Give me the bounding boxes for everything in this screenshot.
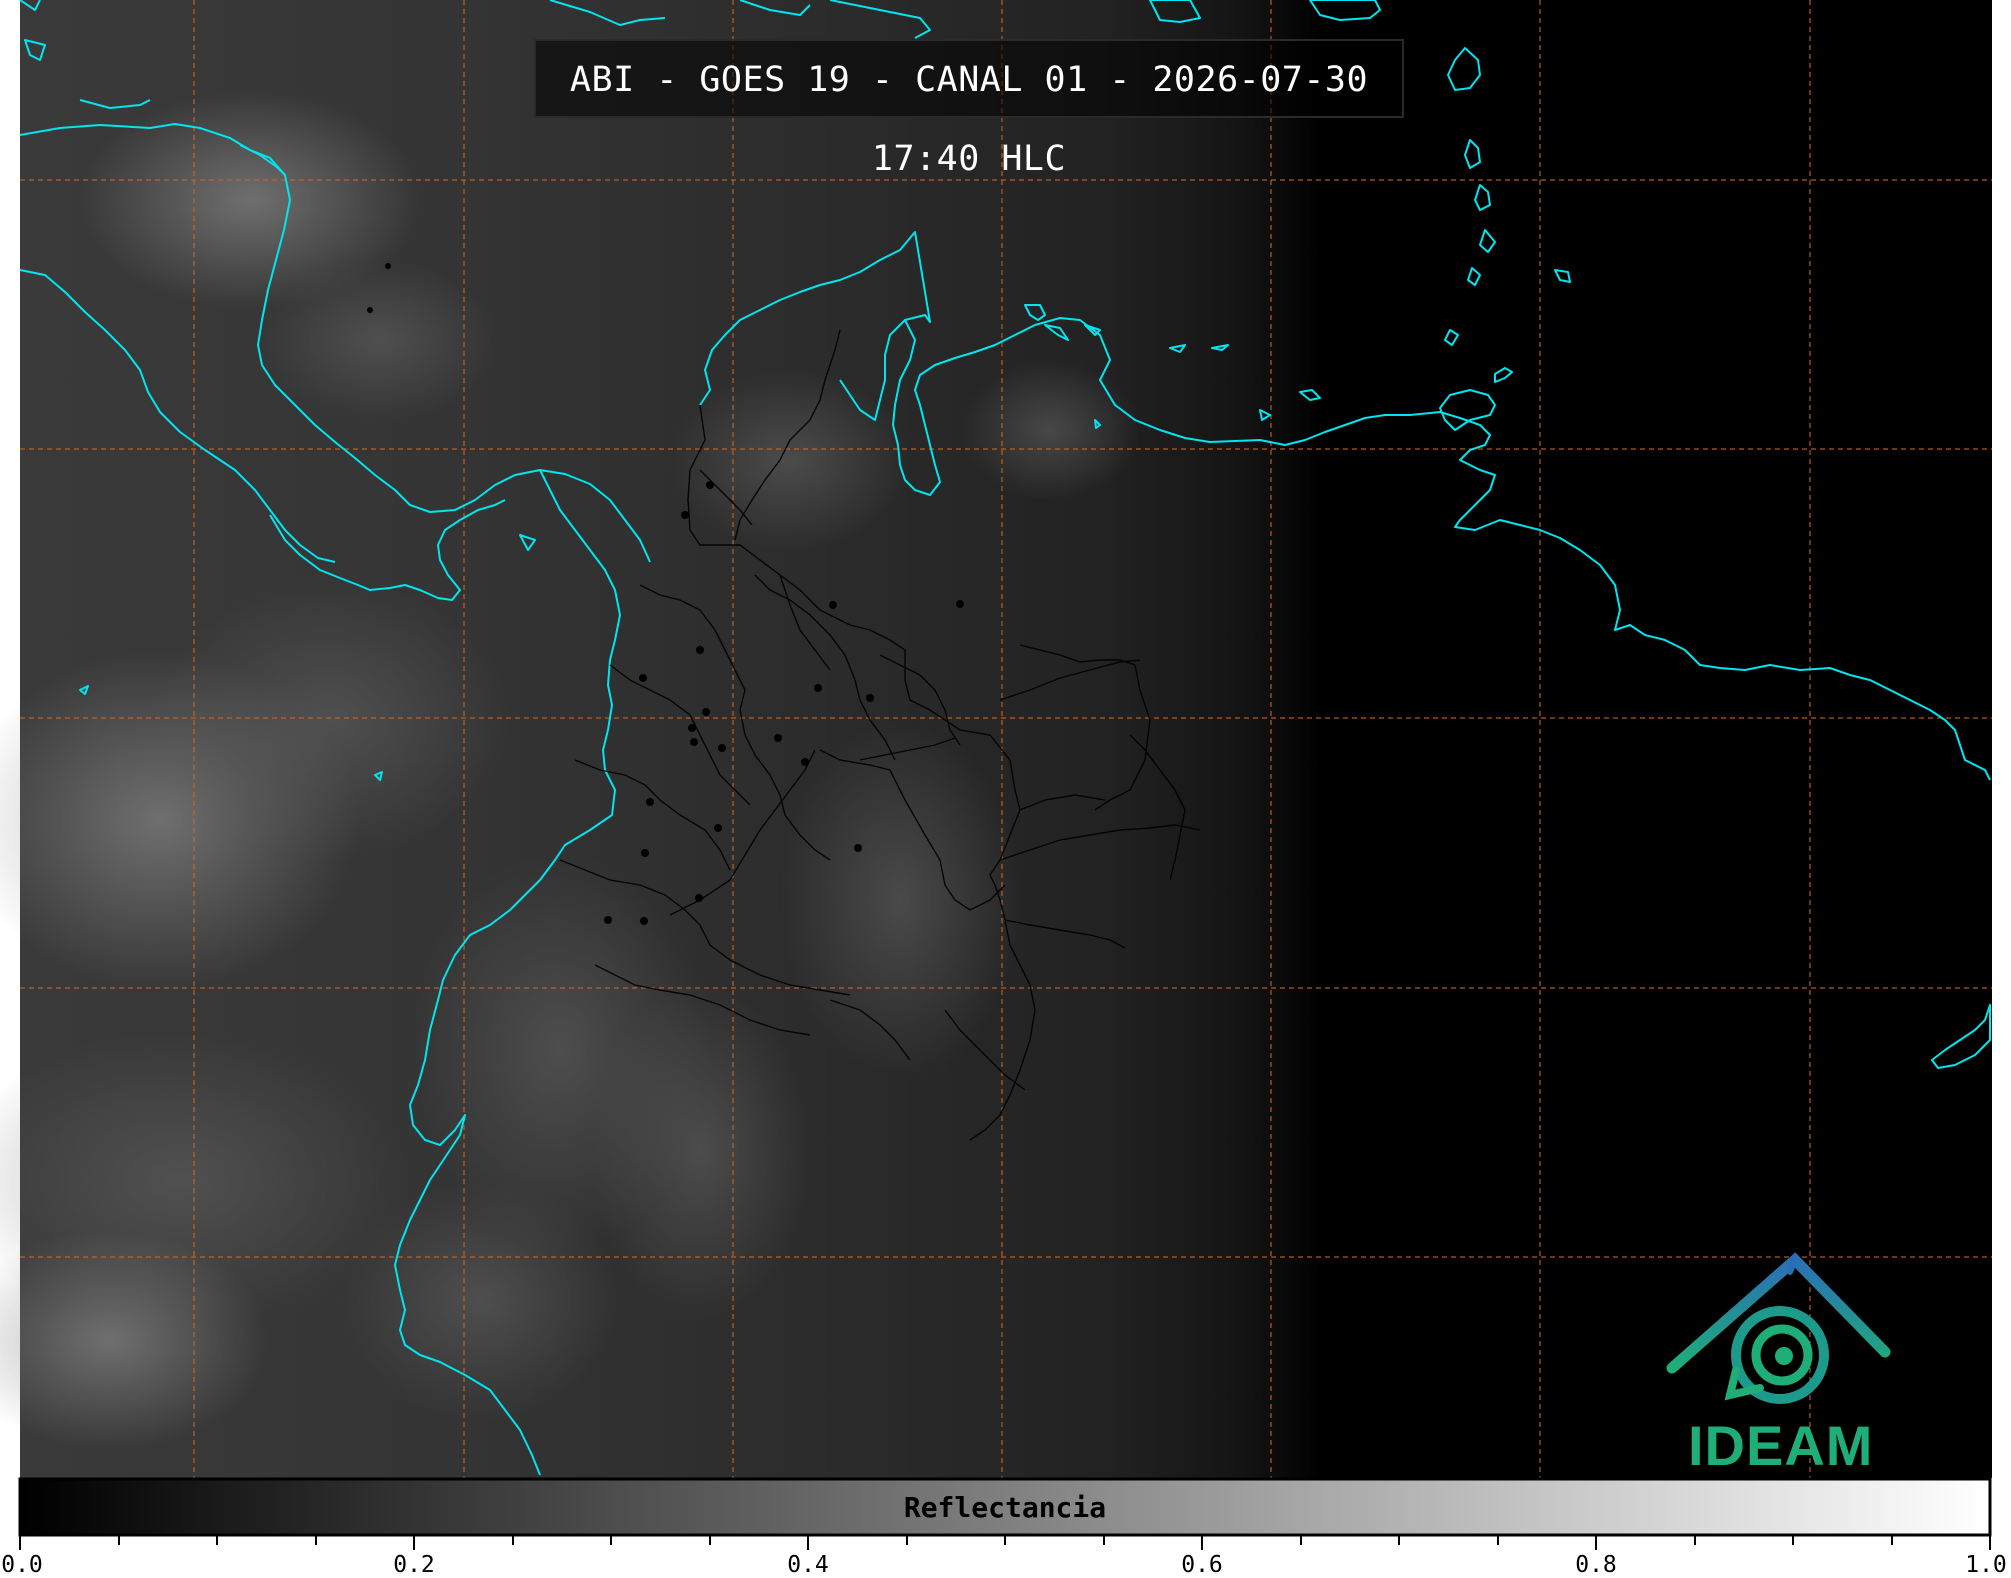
colorbar-tick-label: 0.6 — [1181, 1552, 1223, 1578]
colorbar-tick-label: 0.0 — [1, 1552, 43, 1578]
ideam-logo-text: IDEAM — [1688, 1414, 1874, 1477]
colorbar-tick-label: 1.0 — [1965, 1552, 2007, 1578]
colorbar-tick-label: 0.2 — [393, 1552, 435, 1578]
colorbar-tick-label: 0.4 — [787, 1552, 829, 1578]
colorbar-tick-label: 0.8 — [1575, 1552, 1617, 1578]
colorbar-label: Reflectancia — [903, 1491, 1107, 1524]
image-title: ABI - GOES 19 - CANAL 01 - 2026-07-30 17… — [534, 39, 1404, 179]
satellite-map — [0, 0, 1992, 1550]
